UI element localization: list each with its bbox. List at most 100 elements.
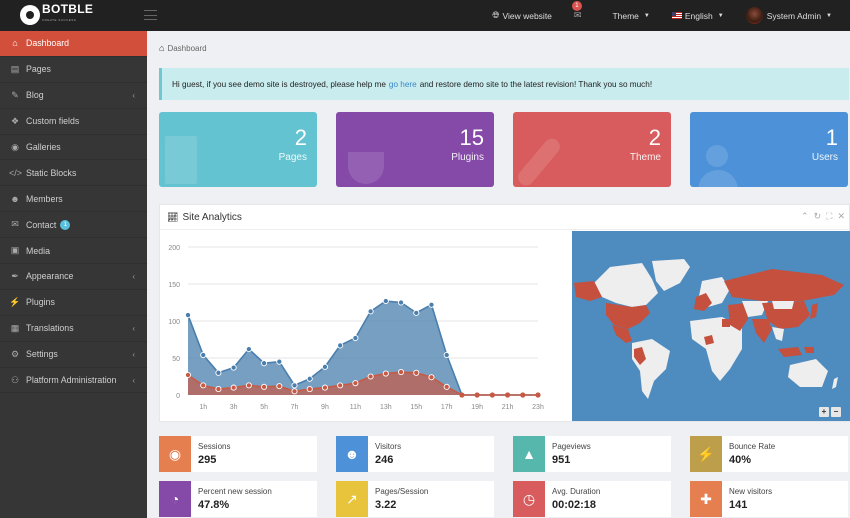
sidebar-item-pages[interactable]: ▤ Pages xyxy=(0,57,147,83)
sidebar-item-label: Settings xyxy=(26,349,58,360)
sidebar-item-blog[interactable]: ✎ Blog ‹ xyxy=(0,83,147,109)
language-dropdown[interactable]: English ▼ xyxy=(671,10,724,21)
series-2-point xyxy=(520,392,526,398)
chevron-left-icon: ‹ xyxy=(132,323,135,333)
series-2-point xyxy=(306,386,313,393)
sidebar-item-label: Blog xyxy=(26,90,44,101)
sidebar-item-members[interactable]: ☻ Members xyxy=(0,186,147,213)
sidebar-item-translations[interactable]: ▦ Translations ‹ xyxy=(0,316,147,342)
stat-label: Avg. Duration xyxy=(552,487,601,496)
series-1-point xyxy=(184,312,192,319)
stat-bounce-rate: ⚡ Bounce Rate 40% xyxy=(690,436,848,472)
series-2-point xyxy=(291,388,298,395)
hamburger-icon xyxy=(144,10,157,11)
breadcrumb-item[interactable]: Dashboard xyxy=(167,44,206,53)
document-icon xyxy=(165,136,197,184)
series-1-point xyxy=(443,351,450,359)
x-tick-label: 13h xyxy=(380,404,392,411)
tile-plugins[interactable]: 15 Plugins xyxy=(336,112,494,187)
stat-sessions: ◉ Sessions 295 xyxy=(159,436,317,472)
user-menu-dropdown[interactable]: System Admin ▼ xyxy=(745,7,832,24)
logo[interactable]: BOTBLE CREATE SUCCESS xyxy=(20,2,94,26)
sidebar-item-settings[interactable]: ⚙ Settings ‹ xyxy=(0,342,147,368)
series-2-point xyxy=(504,392,511,398)
tile-pages[interactable]: 2 Pages xyxy=(159,112,317,187)
world-map[interactable]: + − xyxy=(572,231,850,421)
logo-text: BOTBLE xyxy=(42,2,94,16)
sidebar-item-static-blocks[interactable]: </> Static Blocks xyxy=(0,160,147,187)
collapse-icon[interactable]: ⌃ xyxy=(801,211,809,222)
sidebar-item-contact[interactable]: ✉ Contact 1 xyxy=(0,212,147,239)
home-icon[interactable]: ⌂ xyxy=(159,43,164,53)
sidebar-item-label: Translations xyxy=(26,323,74,334)
users-icon xyxy=(706,145,728,167)
fullscreen-icon[interactable]: ⛶ xyxy=(826,211,832,222)
series-2-point xyxy=(428,374,435,381)
tile-value: 2 xyxy=(648,125,661,150)
language-label: English xyxy=(684,10,713,21)
refresh-icon[interactable]: ↻ xyxy=(814,211,822,222)
paint-brush-icon: ✒ xyxy=(11,270,19,281)
view-website-link[interactable]: 🌐︎ View website xyxy=(492,10,552,21)
tile-theme[interactable]: 2 Theme xyxy=(513,112,671,187)
main-content: ⌂ Dashboard Hi guest, if you see demo si… xyxy=(147,31,850,518)
globe-icon: 🌐︎ xyxy=(492,10,500,20)
map-zoom-in-button[interactable]: + xyxy=(819,407,829,417)
user-shield-icon: ⚇ xyxy=(10,374,20,385)
avatar xyxy=(745,7,763,24)
menu-toggle-button[interactable] xyxy=(144,10,157,20)
chevron-left-icon: ‹ xyxy=(132,90,135,100)
stat-label: Pageviews xyxy=(552,442,591,451)
home-icon: ⌂ xyxy=(12,38,18,49)
us-flag-icon xyxy=(671,12,682,19)
sidebar-item-custom-fields[interactable]: ❖ Custom fields xyxy=(0,109,147,135)
sidebar-item-platform-administration[interactable]: ⚇ Platform Administration ‹ xyxy=(0,368,147,394)
bolt-icon: ⚡ xyxy=(690,436,722,472)
tile-label: Theme xyxy=(629,152,661,163)
alert-link[interactable]: go here xyxy=(389,80,417,89)
tile-value: 15 xyxy=(459,125,484,150)
series-2-point xyxy=(443,383,450,390)
stat-label: Pages/Session xyxy=(375,487,429,496)
cogs-icon: ⚙ xyxy=(10,348,20,359)
series-2-point xyxy=(367,373,374,380)
breadcrumb: ⌂ Dashboard xyxy=(159,43,207,53)
theme-dropdown[interactable]: Theme ▼ xyxy=(612,11,649,21)
y-tick-label: 0 xyxy=(176,393,180,400)
series-2-point xyxy=(200,382,207,389)
user-plus-icon: ✚ xyxy=(690,481,722,517)
plug-icon: ⚡ xyxy=(9,296,21,307)
map-zoom-controls: + − xyxy=(819,407,841,417)
series-2-point xyxy=(397,369,405,376)
sidebar-item-media[interactable]: ▣ Media xyxy=(0,238,147,265)
series-2-point xyxy=(489,392,495,398)
alert-text-before: Hi guest, if you see demo site is destro… xyxy=(172,79,386,89)
map-australia xyxy=(788,359,828,387)
map-new-zealand xyxy=(832,377,838,389)
theme-label: Theme xyxy=(612,10,639,21)
sidebar-item-dashboard[interactable]: ⌂ Dashboard xyxy=(0,31,147,57)
series-1-point xyxy=(367,308,374,315)
x-tick-label: 1h xyxy=(199,404,207,411)
series-2-point xyxy=(321,384,329,391)
sidebar-item-appearance[interactable]: ✒ Appearance ‹ xyxy=(0,264,147,290)
close-icon[interactable]: ✕ xyxy=(837,211,845,222)
notifications-button[interactable]: 1 ✉ xyxy=(571,1,585,21)
area-chart-icon: 📈︎ xyxy=(167,211,179,222)
series-1-point xyxy=(413,309,420,316)
eye-icon: ◉ xyxy=(159,436,191,472)
series-2-point xyxy=(261,383,268,390)
sidebar-item-plugins[interactable]: ⚡ Plugins xyxy=(0,290,147,316)
edit-icon: ✎ xyxy=(11,89,19,100)
series-2-point xyxy=(352,380,359,387)
series-2-point xyxy=(382,370,389,377)
analytics-chart: 0 50 100 150 200 1h 3h 5h 7h 9h 11h 13h 15h 17h 19h 21h… xyxy=(160,231,570,421)
tile-users[interactable]: 1 Users xyxy=(690,112,848,187)
sidebar: ⌂ Dashboard ▤ Pages ✎ Blog ‹ ❖ Custom fields ◉ Gal… xyxy=(0,31,147,518)
logo-subtext: CREATE SUCCESS xyxy=(42,18,77,22)
map-zoom-out-button[interactable]: − xyxy=(831,407,841,417)
panel-title: Site Analytics xyxy=(182,211,242,223)
sidebar-item-galleries[interactable]: ◉ Galleries xyxy=(0,135,147,161)
panel-tools: ⌃ ↻ ⛶ ✕ xyxy=(801,211,845,222)
series-2-point xyxy=(474,392,480,398)
